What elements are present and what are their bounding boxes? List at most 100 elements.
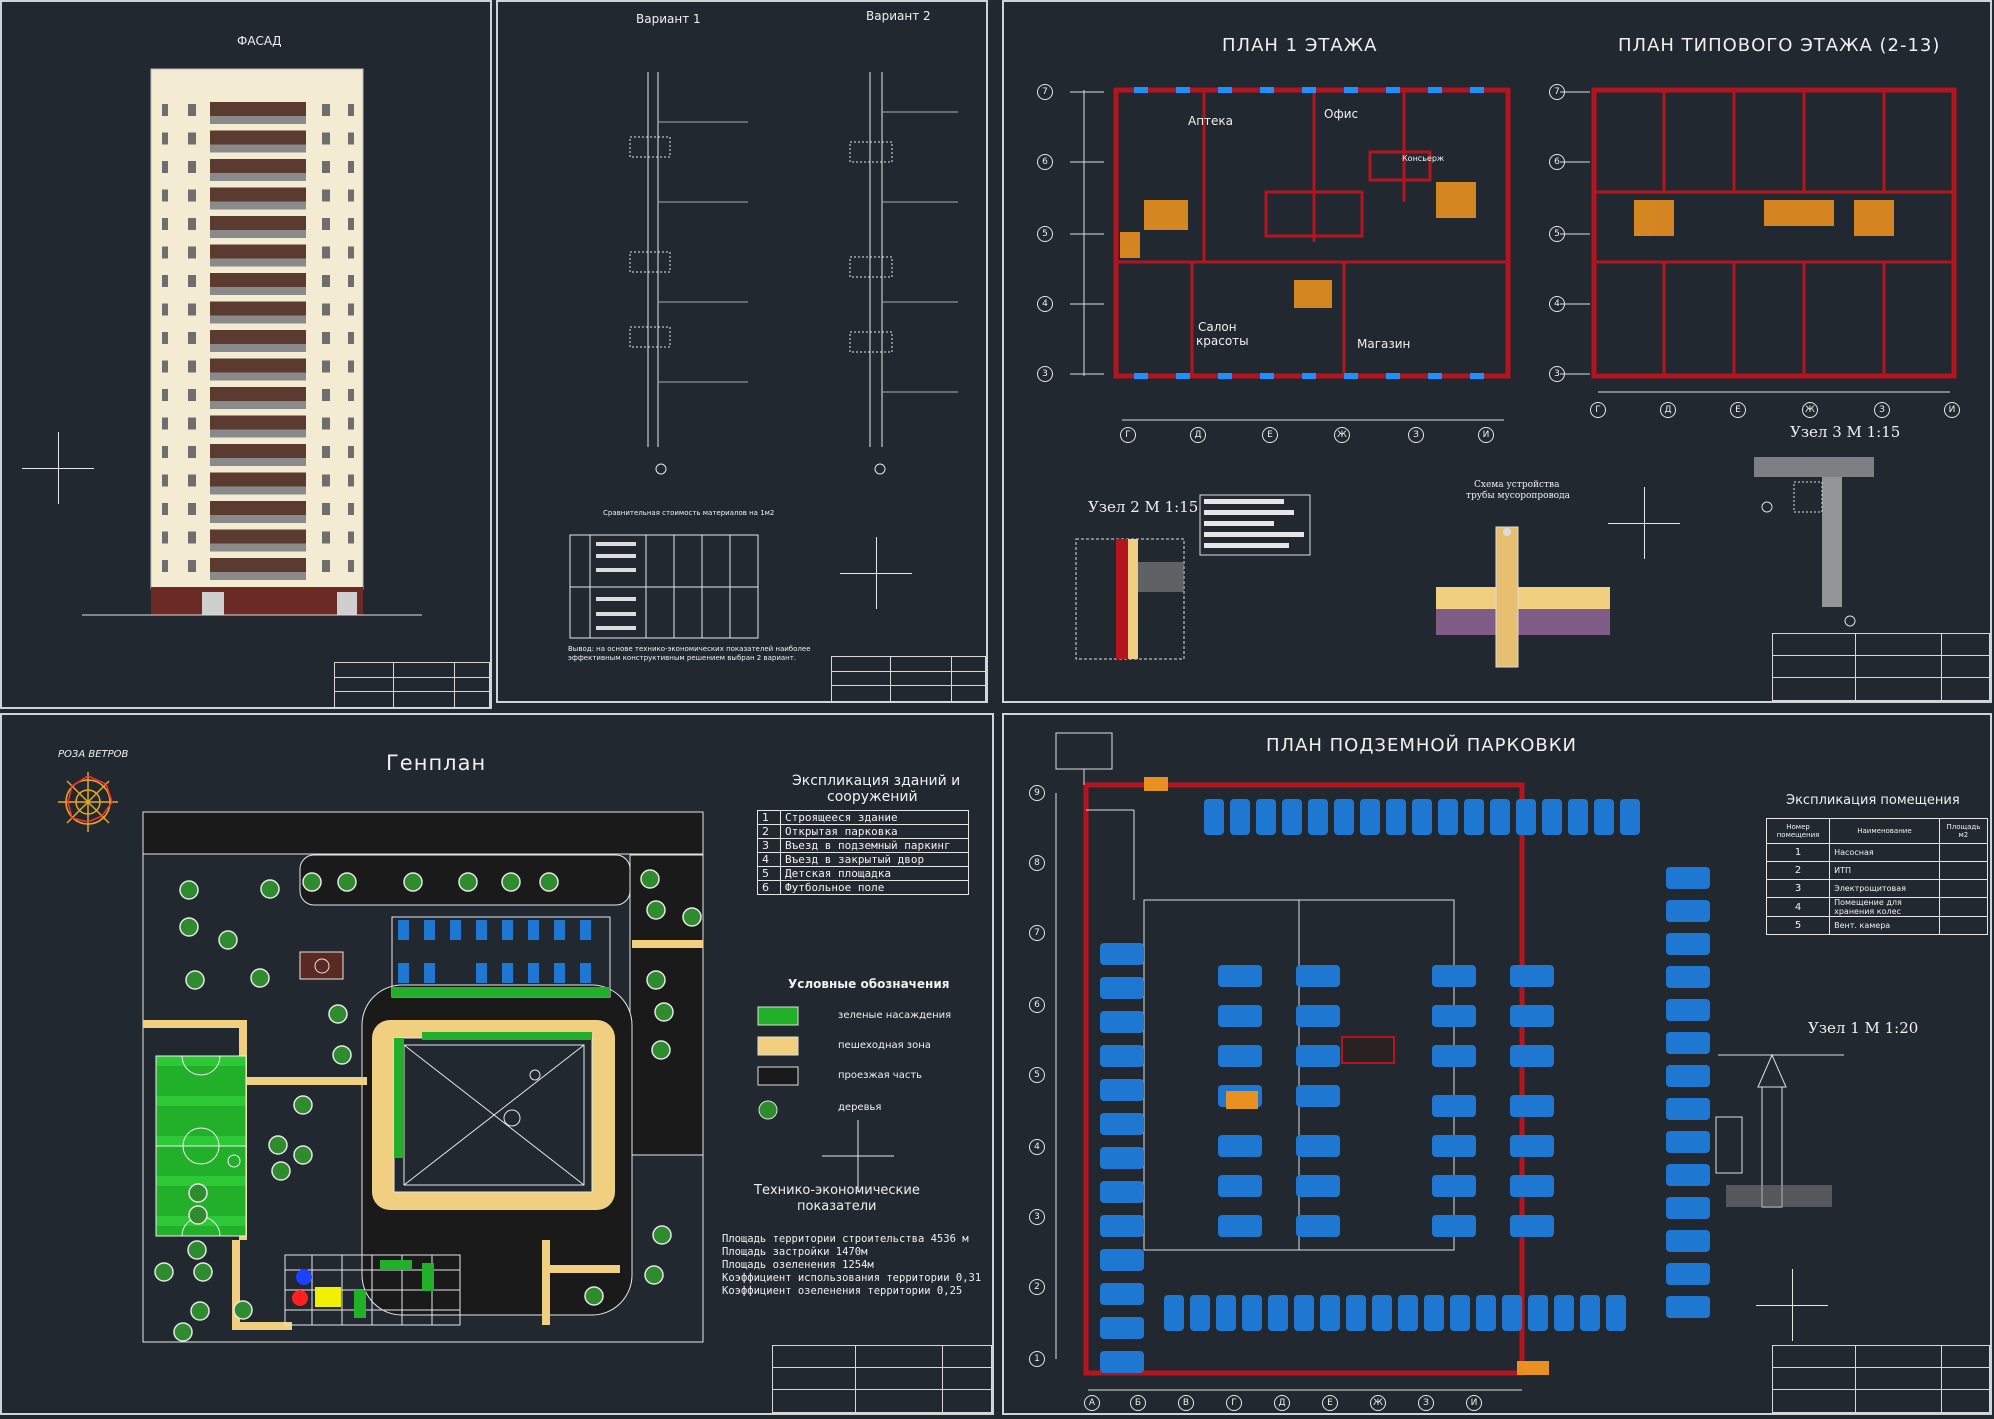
facade-window: [162, 332, 168, 344]
axis-bubble-parking-col: И: [1466, 1395, 1482, 1411]
parking-car: [1510, 1005, 1554, 1027]
parking-car: [1666, 900, 1710, 922]
tree: [260, 879, 280, 899]
tree: [250, 968, 270, 988]
parking-car: [1100, 943, 1144, 965]
floor-plans-sheet: ПЛАН 1 ЭТАЖА ПЛАН ТИПОВОГО ЭТАЖА (2-13) …: [1002, 0, 1992, 703]
parking-car: [1666, 1065, 1710, 1087]
parking-car: [1242, 1295, 1262, 1331]
tep-line-2: Площадь застройки 1470м: [722, 1246, 868, 1258]
parking-car: [1666, 1263, 1710, 1285]
tree: [652, 1225, 672, 1245]
facade-window: [188, 332, 196, 344]
facade-window: [348, 503, 354, 515]
axis-bubble-floor1-col: Е: [1262, 427, 1278, 443]
legend-road: проезжая часть: [838, 1070, 923, 1081]
facade-window: [162, 132, 168, 145]
tree: [293, 1145, 313, 1165]
genplan-expl-name: Открытая парковка: [780, 824, 969, 839]
facade-window: [188, 161, 196, 173]
axis-bubble-floor1-row: 3: [1037, 366, 1053, 382]
facade-window: [322, 275, 330, 287]
axis-bubble-typical-col: Е: [1730, 402, 1746, 418]
axis-bubble-parking-row: 4: [1029, 1139, 1045, 1155]
field-stripe: [156, 1056, 246, 1066]
wall-sections-title-block: [831, 656, 986, 702]
tree: [293, 1095, 313, 1115]
facade-balcony: [210, 273, 306, 287]
parking-car: [1666, 933, 1710, 955]
axis-bubble-typical-col: З: [1874, 402, 1890, 418]
plan-window: [1134, 87, 1148, 93]
parking-car: [1438, 799, 1458, 835]
parked-car: [554, 963, 565, 983]
parking-expl-area: [1938, 843, 1989, 862]
plan-window: [1260, 373, 1274, 379]
parked-car: [476, 963, 487, 983]
variant2-label: Вариант 2: [866, 9, 931, 23]
parking-expl-header: Наименование: [1829, 818, 1940, 844]
legend-title: Условные обозначения: [788, 977, 950, 991]
facade-window: [162, 161, 168, 173]
parking-expl-number: 2: [1765, 861, 1831, 880]
tree: [337, 872, 357, 892]
tree: [328, 1004, 348, 1024]
facade-window-band: [210, 543, 306, 552]
tree: [332, 1045, 352, 1065]
parking-car: [1666, 1131, 1710, 1153]
plan-window: [1428, 87, 1442, 93]
facade-window: [162, 531, 168, 544]
parking-car: [1432, 1175, 1476, 1197]
tep-title-2: показатели: [797, 1199, 877, 1214]
parking-car: [1100, 1351, 1144, 1373]
parking-car: [1100, 977, 1144, 999]
plan-window: [1386, 87, 1400, 93]
tep-line-1: Площадь территории строительства 4536 м: [722, 1233, 969, 1245]
parking-car: [1510, 1215, 1554, 1237]
genplan-expl-number: 4: [757, 852, 781, 867]
parking-car: [1432, 965, 1476, 987]
parked-car: [476, 920, 487, 940]
genplan-sheet: РОЗА ВЕТРОВ Генплан Экспликация зданий и…: [0, 713, 994, 1415]
tree: [501, 872, 521, 892]
uzel3-label: Узел 3 М 1:15: [1790, 423, 1901, 441]
tree: [173, 1322, 193, 1342]
parking-car: [1320, 1295, 1340, 1331]
parking-car: [1100, 1079, 1144, 1101]
facade-balcony: [210, 472, 306, 487]
parking-car: [1296, 965, 1340, 987]
facade-window: [348, 275, 354, 287]
parking-expl-number: 5: [1765, 916, 1831, 935]
axis-bubble-typical-row: 3: [1549, 366, 1565, 382]
axis-bubble-typical-col: Ж: [1802, 402, 1818, 418]
parking-car: [1218, 965, 1262, 987]
genplan-title: Генплан: [386, 751, 487, 775]
axis-bubble-parking-col: Д: [1274, 1395, 1290, 1411]
parking-car: [1666, 1197, 1710, 1219]
facade-window: [322, 503, 330, 515]
facade-window: [322, 417, 330, 430]
genplan-expl-name: Въезд в подземный паркинг: [780, 838, 969, 853]
genplan-title-block: [772, 1345, 992, 1413]
parking-expl-header: Номер помещения: [1765, 818, 1831, 844]
field-stripe: [156, 1096, 246, 1106]
genplan-expl-name: Строящееся здание: [780, 810, 969, 825]
parking-car: [1666, 1098, 1710, 1120]
crosshair-cursor: [1756, 1269, 1828, 1341]
plan-window: [1260, 87, 1274, 93]
facade-window: [322, 332, 330, 344]
chute-title-2: трубы мусоропровода: [1466, 491, 1570, 501]
facade-window: [322, 104, 330, 116]
parked-car: [580, 963, 591, 983]
genplan-expl-number: 3: [757, 838, 781, 853]
parking-car: [1282, 799, 1302, 835]
parking-sheet: ПЛАН ПОДЗЕМНОЙ ПАРКОВКИ Экспликация поме…: [1002, 713, 1992, 1415]
axis-bubble-parking-row: 6: [1029, 997, 1045, 1013]
parking-car: [1100, 1283, 1144, 1305]
parking-expl-name: Насосная: [1829, 843, 1940, 862]
parking-explication-title: Экспликация помещения: [1786, 793, 1960, 808]
parking-expl-name: Электрощитовая: [1829, 879, 1940, 898]
tree: [302, 872, 322, 892]
facade-window: [348, 360, 354, 373]
axis-bubble-floor1-row: 5: [1037, 226, 1053, 242]
